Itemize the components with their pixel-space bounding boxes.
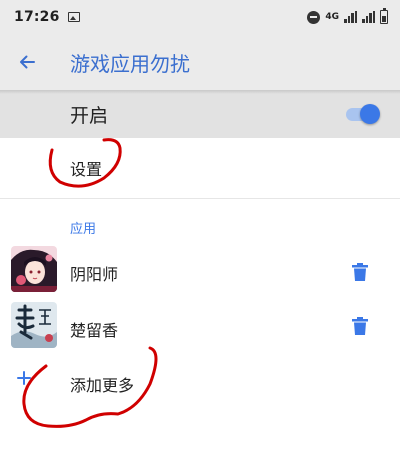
app-bar-shadow [0,90,400,94]
delete-icon [352,317,368,335]
signal-icon [344,11,357,23]
game-dnd-screen: 17:26 4G 游戏应用勿扰 开启 设置 应用 阴阳师 楚留香 添加更多 [0,0,400,462]
toggle-thumb [360,104,380,124]
status-right: 4G [307,8,388,24]
settings-label: 设置 [70,160,103,179]
app-row-chuliuxiang: 楚留香 [0,300,400,356]
do-not-disturb-icon [307,10,321,24]
settings-row[interactable]: 设置 [0,138,400,194]
status-left: 17:26 [14,9,80,25]
app-name: 楚留香 [70,321,119,340]
onmyoji-app-icon [11,246,57,292]
app-name: 阴阳师 [70,265,119,284]
network-type: 4G [325,11,339,22]
arrow-back-icon [20,55,35,69]
master-switch-row[interactable]: 开启 [0,90,400,138]
app-bar: 游戏应用勿扰 [0,34,400,90]
delete-chuliuxiang-button[interactable] [348,314,372,338]
battery-icon [380,8,388,24]
chuliuxiang-app-icon [11,302,57,348]
section-divider [0,198,400,199]
delete-onmyoji-button[interactable] [348,260,372,284]
plus-icon [17,371,31,385]
gallery-icon [67,12,80,22]
status-bar: 17:26 4G [0,0,400,34]
add-more-label: 添加更多 [70,376,135,395]
status-time: 17:26 [14,9,60,25]
master-toggle[interactable] [344,104,380,124]
apps-section-header: 应用 [70,222,97,237]
back-button[interactable] [0,34,54,90]
page-title: 游戏应用勿扰 [70,51,190,76]
app-row-onmyoji: 阴阳师 [0,244,400,300]
master-switch-label: 开启 [70,104,109,127]
signal-icon-2 [362,11,375,23]
add-more-row[interactable]: 添加更多 [0,356,400,404]
delete-icon [352,263,368,281]
